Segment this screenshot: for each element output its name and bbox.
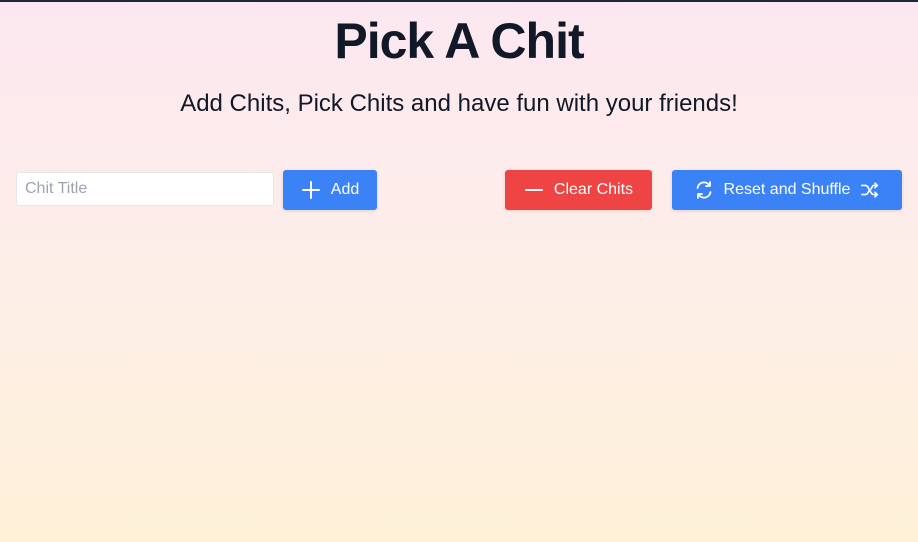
clear-chits-label: Clear Chits: [553, 181, 634, 198]
page-subtitle: Add Chits, Pick Chits and have fun with …: [180, 90, 738, 117]
shuffle-icon: [860, 180, 880, 200]
add-button[interactable]: Add: [283, 170, 377, 210]
page-title: Pick A Chit: [334, 13, 584, 69]
refresh-icon: [694, 180, 714, 200]
minus-icon: [524, 180, 544, 200]
plus-icon: [301, 180, 321, 200]
reset-shuffle-label: Reset and Shuffle: [723, 181, 851, 198]
clear-chits-button[interactable]: Clear Chits: [505, 170, 652, 210]
add-button-label: Add: [330, 181, 360, 198]
reset-shuffle-button[interactable]: Reset and Shuffle: [672, 170, 902, 210]
chit-title-input[interactable]: [16, 172, 274, 206]
